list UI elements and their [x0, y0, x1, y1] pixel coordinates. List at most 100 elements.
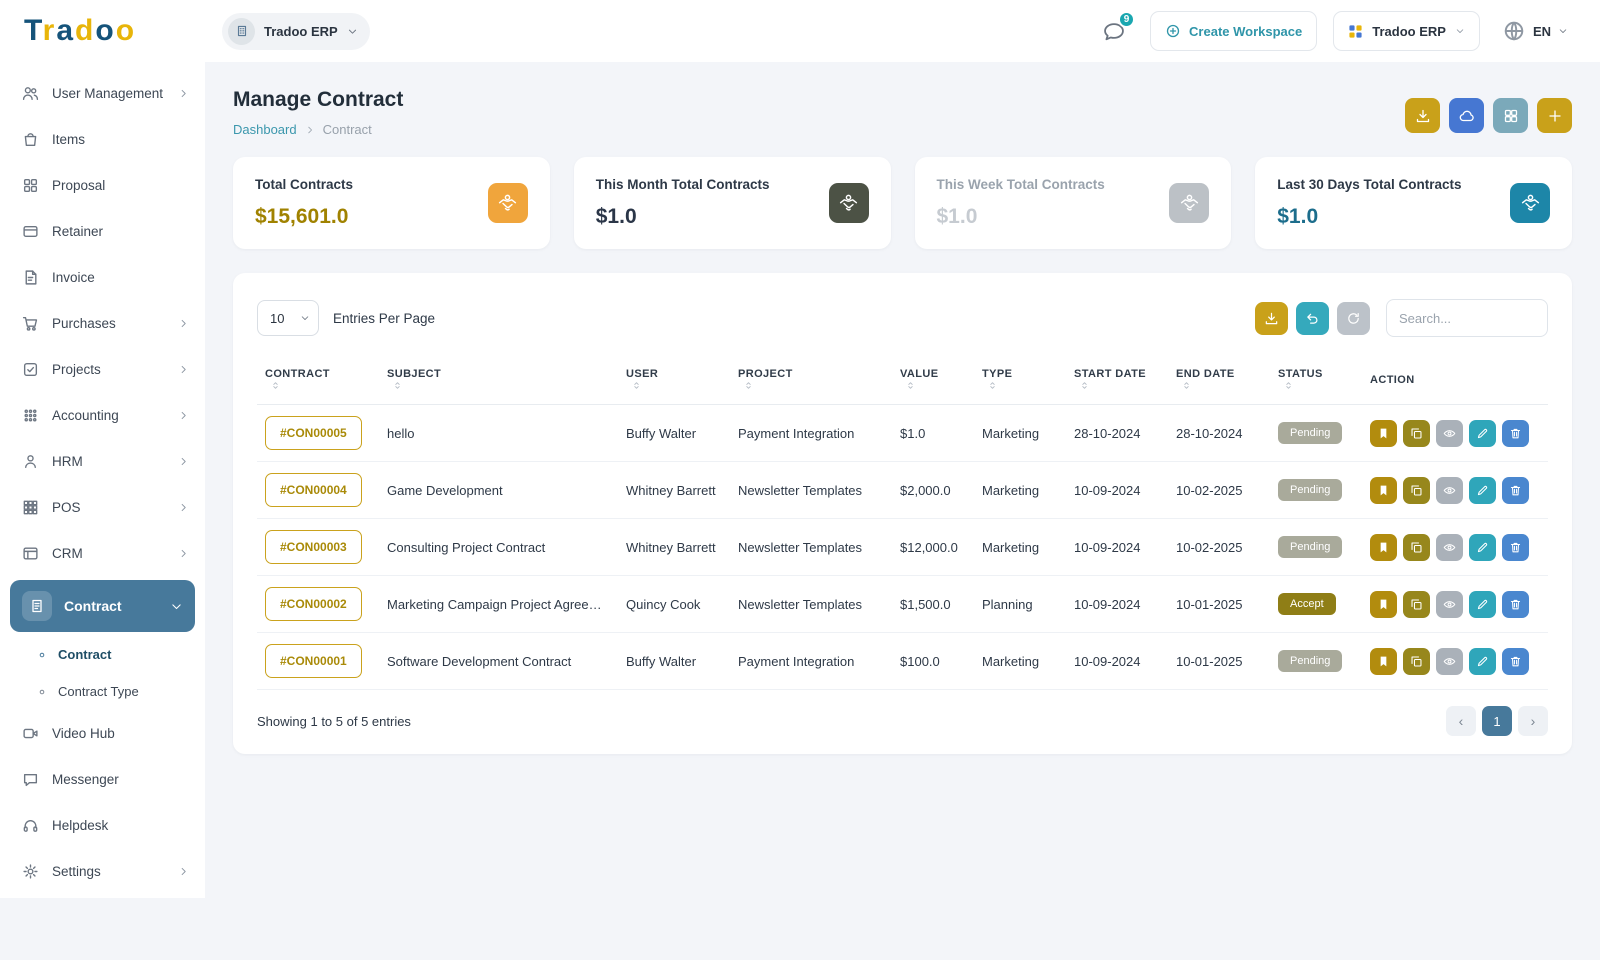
- workspace-switcher[interactable]: Tradoo ERP: [222, 13, 370, 50]
- view-button[interactable]: [1436, 477, 1463, 504]
- column-header-end-date[interactable]: END DATE: [1168, 355, 1270, 405]
- bookmark-button[interactable]: [1370, 648, 1397, 675]
- duplicate-button[interactable]: [1403, 591, 1430, 618]
- import-button[interactable]: [1449, 98, 1484, 133]
- edit-button[interactable]: [1469, 591, 1496, 618]
- sidebar-item-label: Video Hub: [52, 726, 115, 741]
- video-icon: [22, 725, 39, 742]
- sidebar-item-purchases[interactable]: Purchases: [0, 300, 205, 346]
- language-selector[interactable]: EN: [1496, 18, 1574, 44]
- sidebar-item-invoice[interactable]: Invoice: [0, 254, 205, 300]
- sidebar-item-proposal[interactable]: Proposal: [0, 162, 205, 208]
- duplicate-button[interactable]: [1403, 420, 1430, 447]
- dot-icon: [36, 686, 48, 698]
- add-contract-button[interactable]: [1537, 98, 1572, 133]
- download-button[interactable]: [1255, 302, 1288, 335]
- delete-button[interactable]: [1502, 420, 1529, 447]
- sort-icon[interactable]: [987, 380, 998, 391]
- delete-button[interactable]: [1502, 534, 1529, 561]
- edit-button[interactable]: [1469, 420, 1496, 447]
- pagination-next[interactable]: ›: [1518, 706, 1548, 736]
- status-badge: Pending: [1278, 650, 1342, 672]
- sort-icon[interactable]: [270, 380, 281, 391]
- card-icon: [22, 223, 39, 240]
- sidebar-item-projects[interactable]: Projects: [0, 346, 205, 392]
- sidebar-item-pos[interactable]: POS: [0, 484, 205, 530]
- sort-icon[interactable]: [1181, 380, 1192, 391]
- sort-icon[interactable]: [1283, 380, 1294, 391]
- bag-icon: [22, 131, 39, 148]
- bookmark-button[interactable]: [1370, 477, 1397, 504]
- delete-button[interactable]: [1502, 477, 1529, 504]
- sidebar-item-user-management[interactable]: User Management: [0, 70, 205, 116]
- contract-id-badge[interactable]: #CON00003: [265, 530, 362, 564]
- contract-id-badge[interactable]: #CON00001: [265, 644, 362, 678]
- brand-logo: Tradoo: [24, 14, 206, 48]
- chat-button[interactable]: 9: [1094, 11, 1134, 51]
- column-header-value[interactable]: VALUE: [892, 355, 974, 405]
- sidebar-item-settings[interactable]: Settings: [0, 848, 205, 894]
- view-button[interactable]: [1436, 534, 1463, 561]
- sort-icon[interactable]: [392, 380, 403, 391]
- sidebar-item-items[interactable]: Items: [0, 116, 205, 162]
- column-header-project[interactable]: PROJECT: [730, 355, 892, 405]
- pencil-icon: [1476, 541, 1489, 554]
- duplicate-button[interactable]: [1403, 534, 1430, 561]
- bookmark-icon: [1377, 598, 1390, 611]
- contract-id-badge[interactable]: #CON00002: [265, 587, 362, 621]
- column-header-status[interactable]: STATUS: [1270, 355, 1362, 405]
- workspace-logo-icon: [228, 18, 255, 45]
- sidebar-item-label: User Management: [52, 86, 163, 101]
- entries-per-page-select[interactable]: 10: [257, 300, 319, 336]
- workspace-erp-button[interactable]: Tradoo ERP: [1333, 11, 1480, 51]
- column-header-start-date[interactable]: START DATE: [1066, 355, 1168, 405]
- duplicate-button[interactable]: [1403, 477, 1430, 504]
- sidebar-subitem-contract-type[interactable]: Contract Type: [0, 673, 205, 710]
- sort-icon[interactable]: [905, 380, 916, 391]
- create-workspace-button[interactable]: Create Workspace: [1150, 11, 1317, 51]
- contract-id-badge[interactable]: #CON00004: [265, 473, 362, 507]
- pagination-page-1[interactable]: 1: [1482, 706, 1512, 736]
- delete-button[interactable]: [1502, 648, 1529, 675]
- view-button[interactable]: [1436, 420, 1463, 447]
- sidebar-item-hrm[interactable]: HRM: [0, 438, 205, 484]
- bookmark-icon: [1377, 541, 1390, 554]
- search-input[interactable]: [1386, 299, 1548, 337]
- dots-grid-icon: [22, 407, 39, 424]
- pagination-prev[interactable]: ‹: [1446, 706, 1476, 736]
- sidebar-item-crm[interactable]: CRM: [0, 530, 205, 576]
- view-button[interactable]: [1436, 648, 1463, 675]
- column-header-user[interactable]: USER: [618, 355, 730, 405]
- sort-icon[interactable]: [743, 380, 754, 391]
- breadcrumb-dashboard[interactable]: Dashboard: [233, 122, 297, 137]
- sidebar-item-accounting[interactable]: Accounting: [0, 392, 205, 438]
- edit-button[interactable]: [1469, 477, 1496, 504]
- column-header-subject[interactable]: SUBJECT: [379, 355, 618, 405]
- bookmark-button[interactable]: [1370, 534, 1397, 561]
- edit-button[interactable]: [1469, 648, 1496, 675]
- undo-button[interactable]: [1296, 302, 1329, 335]
- pencil-icon: [1476, 655, 1489, 668]
- sidebar-item-video-hub[interactable]: Video Hub: [0, 710, 205, 756]
- view-button[interactable]: [1436, 591, 1463, 618]
- contract-id-badge[interactable]: #CON00005: [265, 416, 362, 450]
- delete-button[interactable]: [1502, 591, 1529, 618]
- sidebar-item-retainer[interactable]: Retainer: [0, 208, 205, 254]
- topbar-right: 9 Create Workspace Tradoo ERP EN: [1094, 11, 1574, 51]
- sidebar-item-messenger[interactable]: Messenger: [0, 756, 205, 802]
- column-header-contract[interactable]: CONTRACT: [257, 355, 379, 405]
- grid-view-button[interactable]: [1493, 98, 1528, 133]
- column-header-type[interactable]: TYPE: [974, 355, 1066, 405]
- duplicate-button[interactable]: [1403, 648, 1430, 675]
- bookmark-button[interactable]: [1370, 591, 1397, 618]
- sort-icon[interactable]: [631, 380, 642, 391]
- sidebar-item-contract-group[interactable]: Contract: [10, 580, 195, 632]
- bookmark-button[interactable]: [1370, 420, 1397, 447]
- sidebar-item-helpdesk[interactable]: Helpdesk: [0, 802, 205, 848]
- sidebar-item-label: Retainer: [52, 224, 103, 239]
- sort-icon[interactable]: [1079, 380, 1090, 391]
- edit-button[interactable]: [1469, 534, 1496, 561]
- export-button[interactable]: [1405, 98, 1440, 133]
- sidebar-subitem-contract[interactable]: Contract: [0, 636, 205, 673]
- refresh-button[interactable]: [1337, 302, 1370, 335]
